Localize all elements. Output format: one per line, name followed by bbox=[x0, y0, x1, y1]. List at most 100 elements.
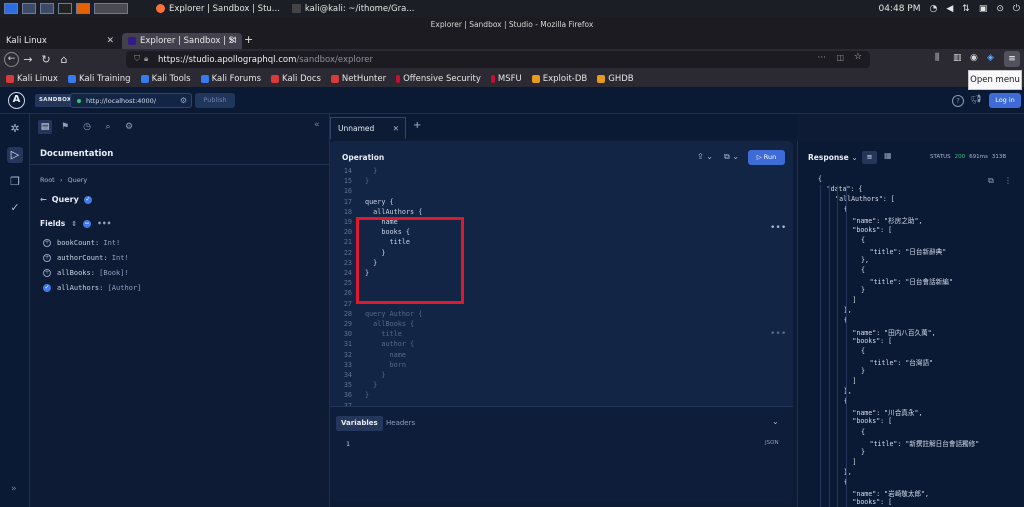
taskbar-item-terminal[interactable]: kali@kali: ~/ithome/Gra... bbox=[286, 0, 421, 17]
field-row-allbooks[interactable]: + allBooks: [Book]! bbox=[43, 269, 129, 277]
add-field-icon[interactable]: + bbox=[43, 269, 51, 277]
breadcrumb-root[interactable]: Root bbox=[40, 176, 55, 184]
account-icon[interactable]: ◉ bbox=[970, 53, 978, 63]
clock[interactable]: 04:48 PM bbox=[878, 4, 920, 14]
close-icon[interactable]: ✕ bbox=[228, 36, 236, 46]
checks-icon[interactable]: ✓ bbox=[7, 200, 23, 216]
back-arrow-icon[interactable]: ← bbox=[40, 195, 47, 204]
network-icon[interactable]: ⇅ bbox=[962, 4, 970, 14]
run-button[interactable]: ▷ Run bbox=[748, 150, 785, 165]
history-icon[interactable]: ◷ bbox=[80, 120, 94, 134]
expand-chevron-icon[interactable]: » bbox=[11, 484, 17, 494]
json-view-icon[interactable]: ≡ bbox=[862, 151, 877, 164]
bookmark-kali-docs[interactable]: Kali Docs bbox=[271, 74, 321, 84]
field-row-bookcount[interactable]: + bookCount: Int! bbox=[43, 239, 120, 247]
hamburger-menu-icon[interactable]: ≡ bbox=[1004, 51, 1020, 67]
publish-button[interactable]: Publish bbox=[195, 93, 235, 108]
bookmark-icon[interactable]: ⚑ bbox=[58, 120, 72, 134]
lock-icon[interactable]: ⊙ bbox=[996, 4, 1004, 14]
sidebar-icon[interactable]: ▥ bbox=[953, 53, 962, 63]
table-view-icon[interactable]: ▦ bbox=[884, 151, 892, 160]
close-icon[interactable]: ✕ bbox=[393, 118, 399, 139]
kali-icon bbox=[200, 74, 209, 83]
back-arrow-icon[interactable]: ← bbox=[4, 52, 19, 67]
bookmark-star-icon[interactable]: ☆ bbox=[854, 52, 862, 62]
forward-arrow-icon[interactable]: → bbox=[19, 53, 37, 66]
lock-icon[interactable]: 🔒︎ bbox=[144, 54, 148, 64]
tab-unnamed[interactable]: Unnamed ✕ bbox=[330, 117, 406, 139]
json-line: ] bbox=[852, 296, 857, 305]
copy-operation-icon[interactable]: ⧉ ⌄ bbox=[724, 152, 739, 162]
field-row-authorcount[interactable]: + authorCount: Int! bbox=[43, 254, 129, 262]
bookmark-kali-training[interactable]: Kali Training bbox=[67, 74, 131, 84]
browser-launcher-icon[interactable] bbox=[76, 3, 90, 14]
sort-icon[interactable]: ⇕ bbox=[71, 220, 77, 228]
home-icon[interactable]: ⌂ bbox=[55, 53, 73, 66]
url-bar[interactable]: ⛉ 🔒︎ https://studio.apollographql.com/sa… bbox=[126, 51, 870, 68]
deselect-all-icon[interactable]: − bbox=[83, 219, 92, 228]
active-window-icon[interactable] bbox=[94, 3, 128, 14]
notifications-icon[interactable]: ▣ bbox=[979, 4, 988, 14]
selected-check-icon[interactable]: ✓ bbox=[43, 284, 51, 292]
new-tab-plus-icon[interactable]: + bbox=[413, 120, 421, 131]
bookmark-kali-linux[interactable]: Kali Linux bbox=[6, 74, 58, 84]
terminal-icon[interactable] bbox=[58, 3, 72, 14]
gear-icon[interactable]: ⚙ bbox=[180, 96, 187, 105]
response-title[interactable]: Response ⌄ bbox=[808, 153, 858, 162]
login-button[interactable]: Log in bbox=[989, 93, 1021, 108]
docs-icon[interactable]: ▤ bbox=[38, 120, 52, 134]
tab-headers[interactable]: Headers bbox=[386, 416, 415, 431]
workspace-icon[interactable] bbox=[22, 3, 36, 14]
extension-icon[interactable]: ◈ bbox=[987, 53, 994, 63]
new-tab-plus-icon[interactable]: + bbox=[244, 33, 253, 46]
bookmark-msfu[interactable]: MSFU bbox=[490, 74, 522, 84]
browser-tab-explorer[interactable]: Explorer | Sandbox | Studi ✕ bbox=[122, 33, 242, 49]
open-menu-tooltip: Open menu bbox=[968, 70, 1022, 90]
power-icon[interactable]: ⏻ bbox=[1013, 4, 1020, 14]
page-actions-icon[interactable]: ··· bbox=[817, 53, 826, 63]
bookmark-ghdb[interactable]: GHDB bbox=[597, 74, 634, 84]
bookmark-kali-forums[interactable]: Kali Forums bbox=[200, 74, 261, 84]
collapse-chevron-icon[interactable]: ⌄ bbox=[772, 417, 779, 426]
close-icon[interactable]: ✕ bbox=[106, 36, 114, 46]
pocket-icon[interactable]: ◫ bbox=[836, 53, 844, 62]
schema-graph-icon[interactable]: ✲ bbox=[7, 121, 23, 137]
reload-icon[interactable]: ↻ bbox=[37, 53, 55, 66]
bookmark-nethunter[interactable]: NetHunter bbox=[330, 74, 386, 84]
bookmark-exploit-db[interactable]: Exploit-DB bbox=[531, 74, 587, 84]
endpoint-input[interactable]: http://localhost:4000/ ⚙ bbox=[70, 93, 192, 108]
settings-icon[interactable]: ⚙ bbox=[122, 120, 136, 134]
taskbar-item-firefox[interactable]: Explorer | Sandbox | Stu... bbox=[150, 0, 286, 17]
field-type[interactable]: Int! bbox=[112, 254, 129, 262]
more-options-icon[interactable]: ••• bbox=[770, 223, 786, 233]
volume-icon[interactable]: ◀ bbox=[946, 4, 953, 14]
more-options-icon[interactable]: ••• bbox=[97, 219, 111, 228]
tab-variables[interactable]: Variables bbox=[336, 416, 383, 431]
field-type[interactable]: Int! bbox=[103, 239, 120, 247]
explorer-play-icon[interactable]: ▷ bbox=[7, 147, 23, 163]
bookmark-offensive-security[interactable]: Offensive Security bbox=[396, 74, 481, 84]
operation-editor[interactable]: 14 } 15} 16 17 query {18 allAuthors {19 name… bbox=[330, 167, 793, 420]
kali-menu-icon[interactable] bbox=[4, 3, 18, 14]
more-options-icon[interactable]: ••• bbox=[770, 329, 786, 339]
check-icon[interactable]: ✓ bbox=[83, 195, 92, 204]
field-type[interactable]: [Author] bbox=[108, 284, 142, 292]
search-icon[interactable]: ⌕ bbox=[101, 120, 115, 134]
field-row-allauthors[interactable]: ✓ allAuthors: [Author] bbox=[43, 284, 141, 292]
library-icon[interactable]: ⫼ bbox=[935, 53, 939, 63]
browser-tab-kali-linux[interactable]: Kali Linux ✕ bbox=[0, 33, 120, 49]
line-number: 18 bbox=[343, 207, 352, 216]
bell-icon[interactable]: ◔ bbox=[929, 4, 937, 14]
help-icon[interactable]: ? bbox=[952, 95, 964, 107]
shield-icon[interactable]: ⛉ bbox=[134, 54, 140, 64]
collapse-panel-icon[interactable]: « bbox=[314, 120, 320, 130]
add-field-icon[interactable]: + bbox=[43, 239, 51, 247]
file-manager-icon[interactable] bbox=[40, 3, 54, 14]
field-type[interactable]: [Book]! bbox=[99, 269, 129, 277]
collections-icon[interactable]: ❐ bbox=[7, 174, 23, 190]
add-field-icon[interactable]: + bbox=[43, 254, 51, 262]
share-icon[interactable]: ⇪ ⌄ bbox=[697, 152, 713, 161]
bookmark-kali-tools[interactable]: Kali Tools bbox=[140, 74, 191, 84]
announcement-icon[interactable]: 📢︎ bbox=[970, 95, 981, 105]
apollo-logo-icon[interactable]: A bbox=[8, 92, 25, 109]
